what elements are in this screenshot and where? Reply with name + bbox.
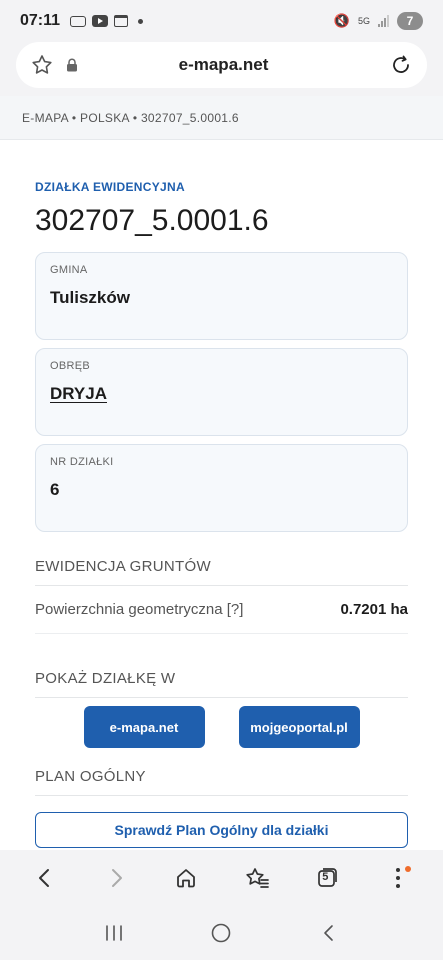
plan-heading: PLAN OGÓLNY	[35, 768, 408, 796]
home-icon	[177, 869, 196, 888]
parcel-info-cards: GMINA Tuliszków OBRĘB DRYJA NR DZIAŁKI 6	[0, 252, 443, 532]
card-label: GMINA	[50, 264, 88, 276]
web-page: E-MAPA • POLSKA • 302707_5.0001.6 DZIAŁK…	[0, 96, 443, 850]
notification-dot-icon	[404, 866, 411, 872]
card-value: Tuliszków	[50, 288, 130, 307]
bookmark-star-icon[interactable]	[30, 53, 54, 77]
calendar-icon	[114, 15, 129, 27]
emapa-button[interactable]: e-mapa.net	[83, 706, 205, 748]
status-time: 07:11	[20, 12, 61, 29]
recent-apps-button[interactable]	[100, 919, 128, 947]
plan-btn-bold: Plan Ogólny	[175, 822, 258, 838]
youtube-icon	[92, 15, 109, 27]
tabs-button[interactable]: 5	[313, 864, 341, 892]
check-plan-button[interactable]: Sprawdź Plan Ogólny dla działki	[35, 812, 408, 848]
plan-btn-post: dla działki	[261, 822, 329, 838]
show-in-heading: POKAŻ DZIAŁKĘ W	[35, 670, 408, 698]
card-obreb: OBRĘB DRYJA	[35, 348, 408, 436]
chevron-left-icon	[39, 869, 50, 887]
reload-icon[interactable]	[389, 53, 413, 77]
back-chevron-icon	[324, 925, 333, 941]
system-home-button[interactable]	[207, 919, 235, 947]
browser-toolbar: 5	[0, 850, 443, 906]
home-button[interactable]	[172, 864, 200, 892]
lock-icon[interactable]	[66, 58, 78, 72]
battery-icon: 7	[397, 12, 423, 30]
tabs-count: 5	[322, 871, 329, 883]
area-value: 0.7201 ha	[340, 601, 408, 618]
signal-icon	[378, 15, 389, 27]
status-notification-icons	[70, 15, 144, 27]
status-bar: 07:11 🔇 5G 7	[0, 0, 443, 42]
plan-btn-pre: Sprawdź	[114, 822, 173, 838]
parcel-kicker: DZIAŁKA EWIDENCYJNA	[35, 180, 185, 194]
bookmarks-button[interactable]	[243, 864, 271, 892]
land-registry-heading: EWIDENCJA GRUNTÓW	[35, 558, 408, 586]
chevron-right-icon	[111, 869, 122, 887]
status-system-icons: 🔇 5G 7	[334, 12, 423, 30]
network-type-icon: 5G	[357, 15, 370, 26]
back-button[interactable]	[31, 864, 59, 892]
card-nr-dzialki: NR DZIAŁKI 6	[35, 444, 408, 532]
address-bar[interactable]: e-mapa.net	[16, 42, 427, 88]
card-label: OBRĘB	[50, 360, 91, 372]
recents-icon	[106, 925, 122, 941]
mojgeoportal-button[interactable]: mojgeoportal.pl	[238, 706, 360, 748]
card-value: 6	[50, 480, 60, 499]
card-label: NR DZIAŁKI	[50, 456, 114, 468]
card-gmina: GMINA Tuliszków	[35, 252, 408, 340]
more-notifications-dot-icon	[138, 18, 144, 24]
bookmarks-list-icon	[246, 868, 269, 888]
forward-button[interactable]	[102, 864, 130, 892]
system-navigation-bar	[0, 906, 443, 960]
obreb-link[interactable]: DRYJA	[50, 384, 393, 404]
url-text[interactable]: e-mapa.net	[78, 55, 369, 75]
system-back-button[interactable]	[315, 919, 343, 947]
show-in-buttons: e-mapa.net mojgeoportal.pl	[0, 706, 443, 748]
page-title: 302707_5.0001.6	[35, 204, 269, 237]
home-circle-icon	[212, 923, 231, 943]
area-label[interactable]: Powierzchnia geometryczna [?]	[35, 601, 243, 618]
area-row: Powierzchnia geometryczna [?] 0.7201 ha	[35, 586, 408, 634]
mute-icon: 🔇	[333, 13, 350, 28]
screenshot-icon	[70, 15, 87, 27]
more-vert-icon	[395, 868, 400, 888]
breadcrumb[interactable]: E-MAPA • POLSKA • 302707_5.0001.6	[0, 96, 443, 140]
menu-button[interactable]	[384, 864, 412, 892]
